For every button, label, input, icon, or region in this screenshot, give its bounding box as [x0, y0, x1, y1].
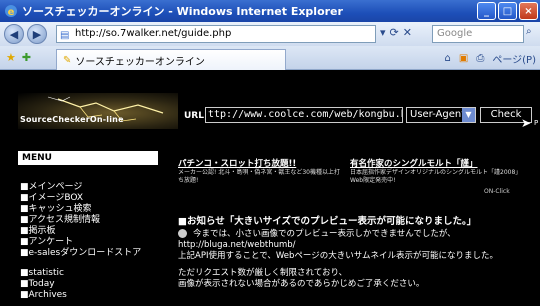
- tab-page-icon: ✎: [63, 54, 72, 66]
- home-icon[interactable]: ⌂: [445, 53, 451, 64]
- news-line: 画像が表示されない場合があるのであらかじめご了承ください。: [178, 279, 425, 289]
- url-input[interactable]: ttp://www.coolce.com/web/kongbu.htm: [205, 107, 403, 123]
- page-menu[interactable]: ページ(P): [492, 51, 536, 66]
- smiley-icon: [178, 229, 187, 238]
- ad-title-link[interactable]: 有名作家のシングルモルト「謹」: [350, 157, 520, 169]
- menu-item-statistic[interactable]: ■statistic: [20, 268, 64, 278]
- ad-text: 日本屈指作家デザインオリジナルのシングルモルト「謹2008」Web限定発売中!: [350, 169, 519, 184]
- news-link[interactable]: http://bluga.net/webthumb/: [178, 240, 498, 251]
- feed-icon[interactable]: ▣: [459, 53, 468, 64]
- dropdown-icon[interactable]: ▾: [380, 26, 386, 39]
- partial-text: P: [534, 119, 539, 127]
- search-icon[interactable]: ⌕: [526, 26, 532, 37]
- news-body: 今までは、小さい画像でのプレビュー表示しかできませんでしたが、 http://b…: [178, 229, 498, 290]
- browser-window: e ソースチェッカーオンライン - Windows Internet Explo…: [0, 0, 540, 306]
- tab-active[interactable]: ✎ ソースチェッカーオンライン: [56, 49, 286, 70]
- window-title: ソースチェッカーオンライン - Windows Internet Explore…: [22, 5, 343, 18]
- ad-text: メーカー公認! 北斗・島唄・偽ネ宮・獣王など30機種以上打ち放題!: [178, 169, 340, 184]
- back-button[interactable]: ◀: [4, 24, 24, 44]
- chevron-down-icon[interactable]: ▼: [462, 108, 475, 122]
- minimize-button[interactable]: _: [477, 2, 496, 20]
- menu-heading: MENU: [18, 151, 158, 165]
- refresh-icon[interactable]: ⟳: [390, 26, 399, 39]
- back-arrow-icon: ◀: [9, 27, 19, 41]
- ad-title-link[interactable]: パチンコ・スロット打ち放題!!: [178, 157, 343, 169]
- news-title: ■お知らせ「大きいサイズでのプレビュー表示が可能になりました。」: [178, 216, 477, 227]
- svg-text:e: e: [8, 7, 15, 18]
- tab-title: ソースチェッカーオンライン: [75, 56, 205, 68]
- onclick-label[interactable]: ON-Click: [484, 188, 510, 195]
- menu-item-archives[interactable]: ■Archives: [20, 290, 67, 300]
- news-line: 今までは、小さい画像でのプレビュー表示しかできませんでしたが、: [193, 229, 456, 239]
- address-toolbar: ◀ ▶ ▤ http://so.7walker.net/guide.php ▾ …: [0, 22, 540, 46]
- search-input[interactable]: Google: [432, 25, 524, 43]
- menu-item-store[interactable]: ■e-salesダウンロードストア: [20, 245, 141, 258]
- site-logo: SourceCheckerOn-line: [20, 115, 124, 124]
- useragent-value: User-Agent: [410, 109, 466, 120]
- forward-arrow-icon: ▶: [32, 27, 42, 41]
- favorites-star-icon[interactable]: ★: [6, 51, 16, 64]
- ad-block: 有名作家のシングルモルト「謹」 日本屈指作家デザインオリジナルのシングルモルト「…: [350, 157, 520, 185]
- ad-block: パチンコ・スロット打ち放題!! メーカー公認! 北斗・島唄・偽ネ宮・獣王など30…: [178, 157, 343, 185]
- menu-item-today[interactable]: ■Today: [20, 279, 55, 289]
- ie-logo-icon: e: [4, 4, 18, 18]
- address-input[interactable]: ▤ http://so.7walker.net/guide.php: [56, 25, 376, 43]
- web-page-content: SourceCheckerOn-line URL : ttp://www.coo…: [0, 71, 540, 306]
- news-line: 上記API使用することで、Webページの大きいサムネイル表示が可能になりました。: [178, 251, 499, 261]
- title-bar: e ソースチェッカーオンライン - Windows Internet Explo…: [0, 0, 540, 22]
- tab-bar: ★ ✚ ✎ ソースチェッカーオンライン ⌂ ▣ ⎙ ページ(P): [0, 46, 540, 70]
- address-text: http://so.7walker.net/guide.php: [75, 28, 232, 39]
- print-icon[interactable]: ⎙: [476, 53, 484, 64]
- close-button[interactable]: ×: [519, 2, 538, 20]
- add-favorite-icon[interactable]: ✚: [22, 51, 31, 64]
- useragent-select[interactable]: User-Agent ▼: [406, 107, 476, 123]
- stop-icon[interactable]: ✕: [403, 26, 412, 39]
- forward-button[interactable]: ▶: [27, 24, 47, 44]
- maximize-button[interactable]: □: [498, 2, 517, 20]
- news-line: ただリクエスト数が厳しく制限されており、: [178, 268, 348, 278]
- mouse-cursor-icon: ➤: [521, 116, 532, 130]
- page-icon: ▤: [60, 30, 70, 41]
